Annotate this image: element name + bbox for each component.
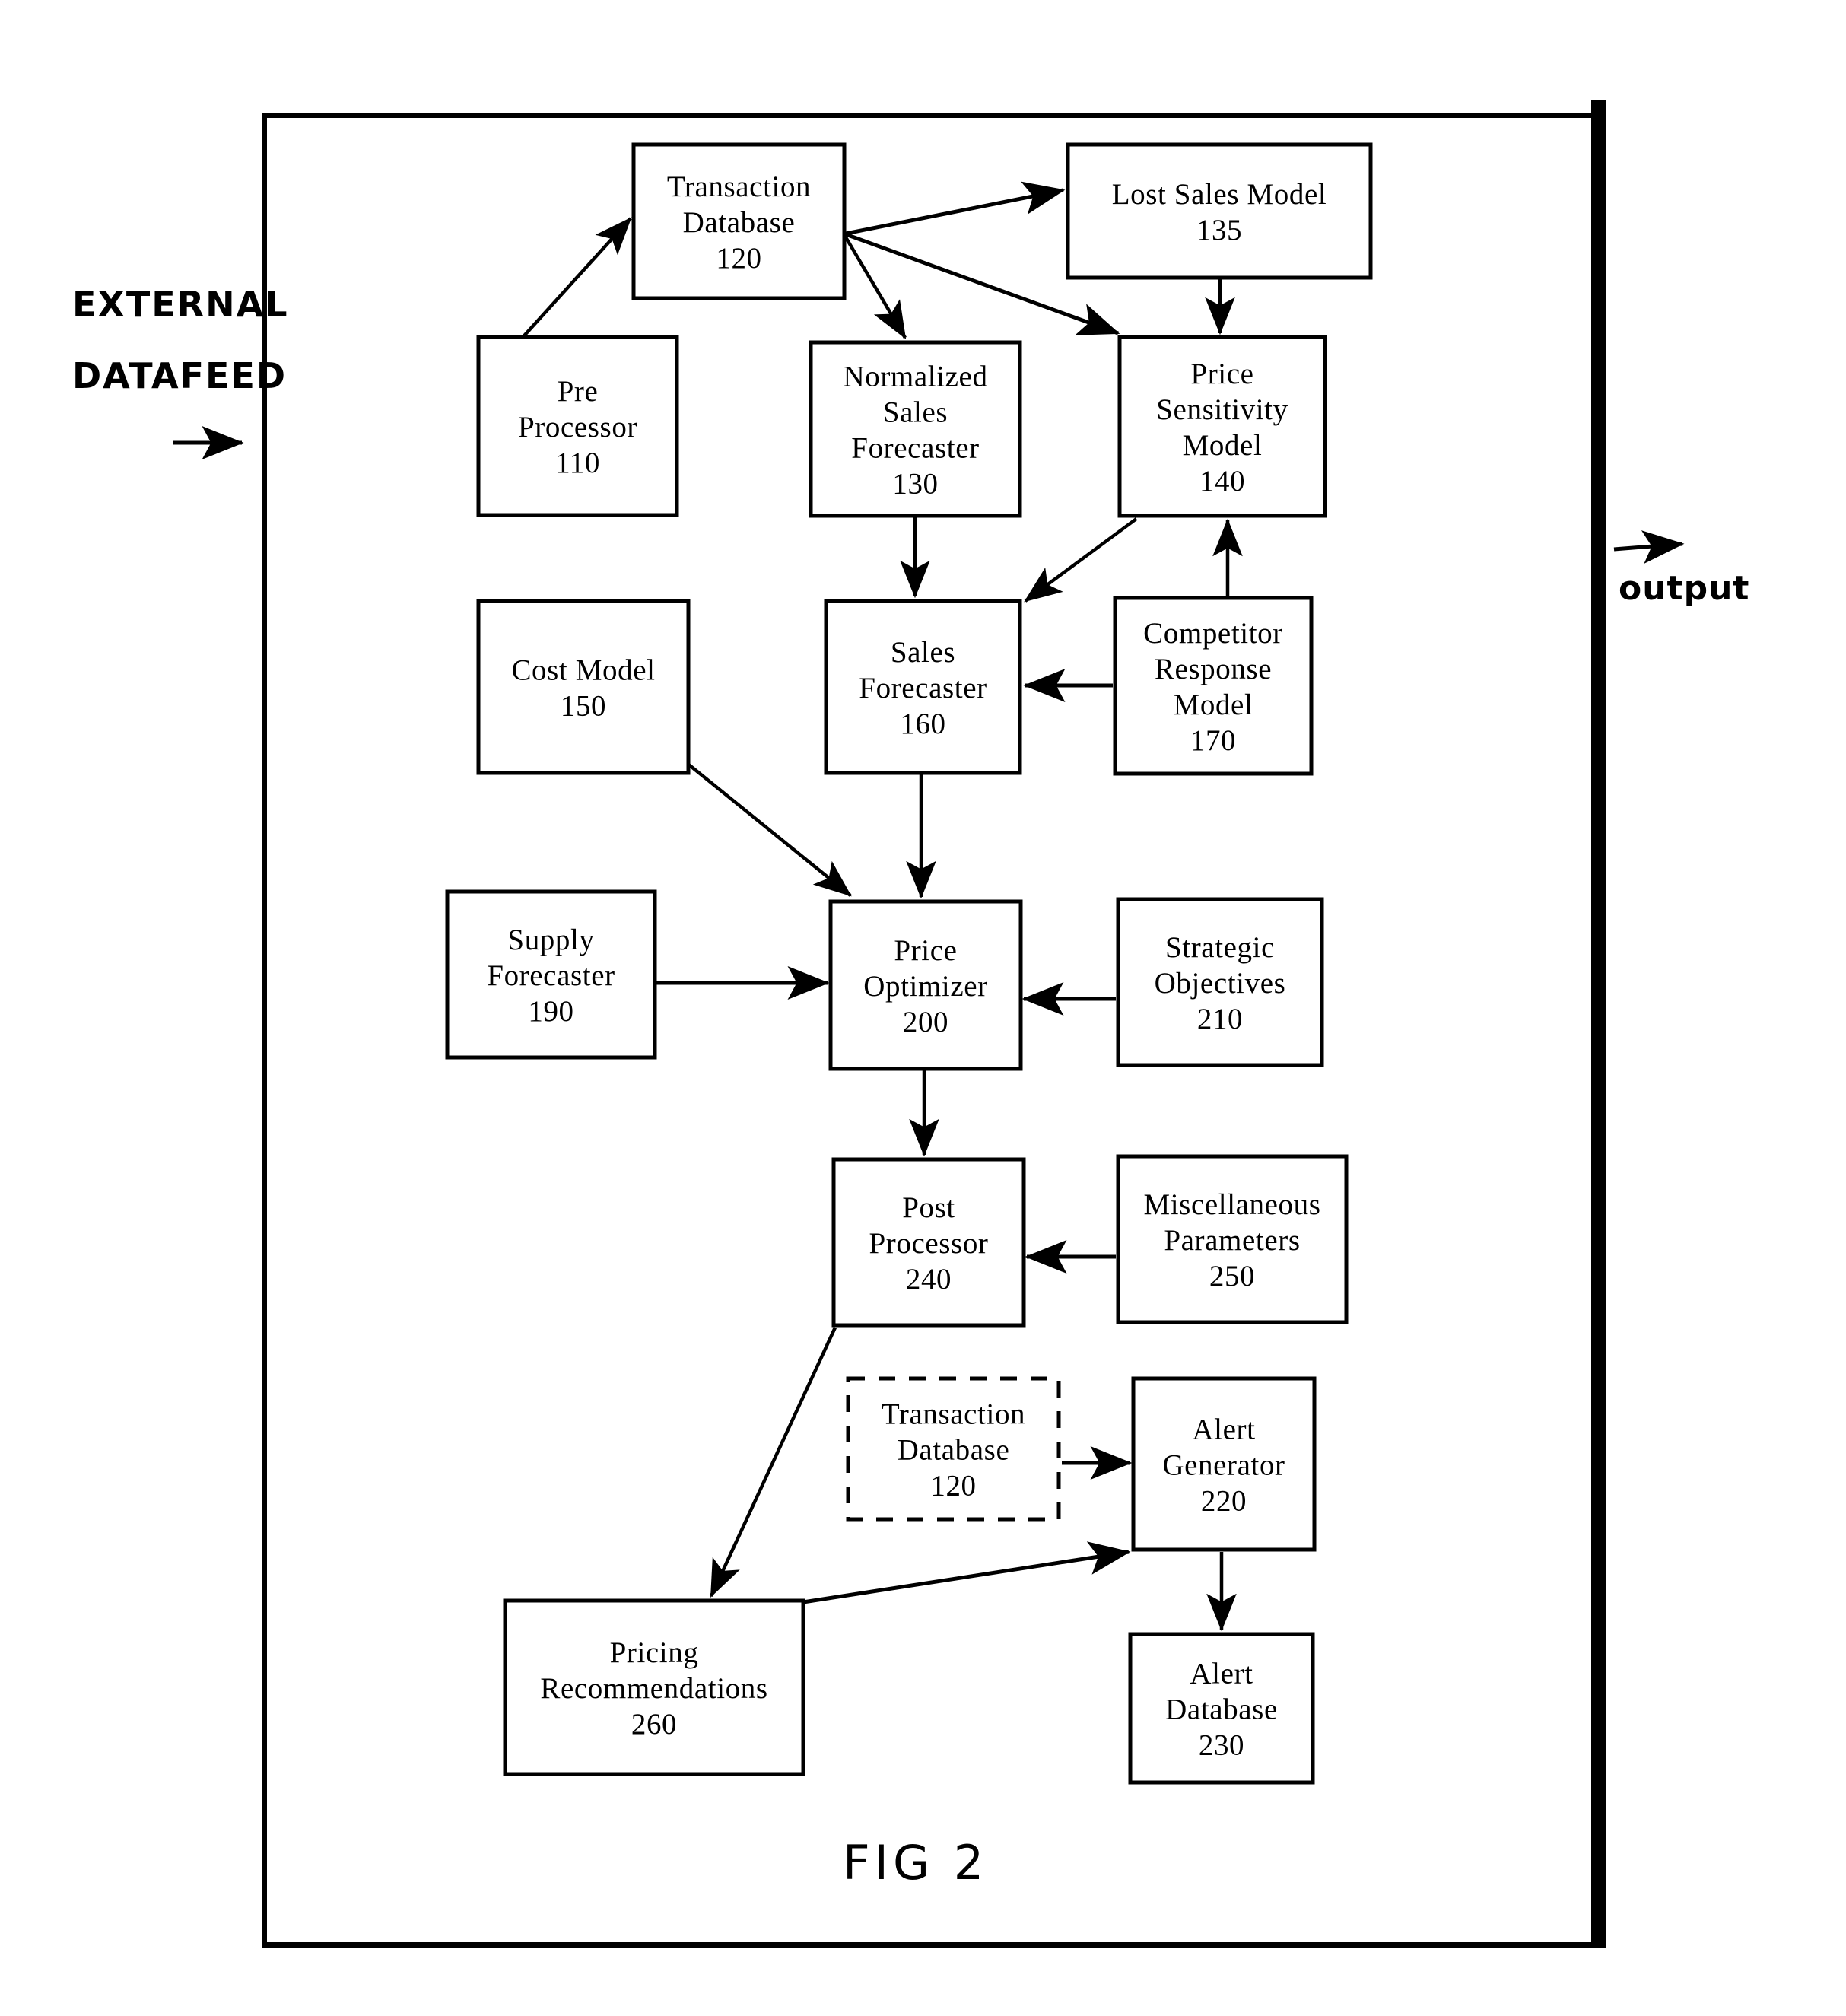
node-label-line1: Pricing: [610, 1636, 699, 1669]
node-label-line2: Response: [1155, 653, 1272, 685]
node-label-line3: Forecaster: [851, 432, 979, 465]
node-label-line1: Strategic: [1165, 931, 1275, 964]
node-cost_model_150[interactable]: Cost Model150: [476, 599, 691, 775]
node-label-line2: Optimizer: [863, 970, 988, 1003]
node-price_optimizer_200[interactable]: PriceOptimizer200: [828, 899, 1023, 1071]
node-price_sensitivity_model_140[interactable]: PriceSensitivityModel140: [1117, 335, 1327, 518]
node-label-line1: Competitor: [1143, 617, 1283, 650]
node-label-line2: 135: [1196, 214, 1242, 246]
node-pre_processor_110[interactable]: PreProcessor110: [476, 335, 679, 517]
node-label-line2: 150: [561, 690, 606, 723]
node-label-line2: Forecaster: [859, 672, 987, 704]
node-label-line3: 120: [716, 242, 761, 275]
node-normalized_sales_forecaster_130[interactable]: NormalizedSalesForecaster130: [809, 340, 1022, 518]
node-label-line1: Miscellaneous: [1143, 1188, 1320, 1221]
figure-caption: FIG 2: [843, 1835, 988, 1890]
node-label-line2: Processor: [518, 411, 637, 444]
edge-cost-model-to-price-optimizer: [685, 762, 852, 897]
node-label-line1: Pre: [558, 375, 599, 408]
node-label-line2: Forecaster: [487, 959, 615, 992]
node-label-line2: Generator: [1162, 1449, 1285, 1482]
node-label-line1: Alert: [1192, 1413, 1255, 1446]
node-label-line3: 240: [906, 1263, 952, 1296]
node-label-line1: Price: [894, 934, 957, 967]
node-label-line3: 200: [903, 1006, 948, 1038]
node-label-line1: Sales: [891, 636, 955, 669]
node-label-line1: Normalized: [843, 361, 987, 393]
node-label-line2: Database: [683, 206, 796, 239]
node-post_processor_240[interactable]: PostProcessor240: [831, 1157, 1026, 1328]
node-layer: TransactionDatabase120Lost Sales Model13…: [445, 142, 1373, 1785]
node-label-line1: Price: [1190, 358, 1253, 390]
node-label-line2: Parameters: [1164, 1224, 1300, 1257]
node-label-line2: Database: [1165, 1693, 1278, 1726]
node-label-line3: 160: [900, 708, 945, 740]
node-label-line3: 120: [930, 1470, 976, 1502]
external-datafeed-label-line2: DATAFEED: [72, 355, 287, 396]
node-label-line4: 140: [1199, 465, 1245, 498]
node-label-line1: Supply: [507, 924, 594, 956]
node-label-line1: Post: [902, 1191, 955, 1224]
node-label-line1: Transaction: [882, 1398, 1025, 1431]
edge-post-processor-to-pricing-recommendations: [709, 1327, 837, 1598]
node-lost_sales_model_135[interactable]: Lost Sales Model135: [1066, 142, 1373, 280]
output-arrow: [1613, 530, 1685, 564]
node-label-line4: 170: [1190, 724, 1236, 757]
node-label-line3: 220: [1201, 1485, 1247, 1518]
node-label-line1: Transaction: [667, 170, 811, 203]
external-datafeed-label-line1: EXTERNAL: [72, 284, 289, 325]
edge-pricing-recommendations-to-alert-generator: [802, 1541, 1131, 1604]
node-alert_database_230[interactable]: AlertDatabase230: [1128, 1632, 1315, 1785]
node-label-line3: 250: [1209, 1260, 1255, 1293]
node-label-line2: Database: [898, 1434, 1010, 1467]
node-label-line1: Alert: [1190, 1658, 1253, 1690]
node-label-line1: Cost Model: [511, 654, 655, 687]
patent-drawing-sheet: Transaction Database 120 Lost Sales Model 13…: [0, 0, 1846, 2016]
node-alert_generator_220[interactable]: AlertGenerator220: [1131, 1376, 1317, 1552]
node-sales_forecaster_160[interactable]: SalesForecaster 160: [824, 599, 1022, 775]
figure-2-block-diagram: TransactionDatabase120Lost Sales Model13…: [72, 100, 1749, 1948]
output-label: output: [1619, 569, 1749, 608]
node-box: [1066, 142, 1373, 280]
node-label-line3: 210: [1197, 1003, 1243, 1035]
node-label-line3: 190: [528, 995, 573, 1028]
node-label-line4: 130: [892, 468, 938, 501]
edge-pre-processor-to-transaction-database: [518, 217, 632, 342]
node-pricing_recommendations_260[interactable]: PricingRecommendations260: [503, 1598, 805, 1776]
node-label-line3: Model: [1183, 429, 1263, 462]
node-label-line2: Objectives: [1155, 967, 1286, 1000]
node-label-line2: Recommendations: [540, 1672, 767, 1705]
node-label-line3: 230: [1199, 1729, 1244, 1762]
node-transaction_database_120_dashed[interactable]: TransactionDatabase120: [846, 1376, 1061, 1522]
node-strategic_objectives_210[interactable]: StrategicObjectives210: [1116, 897, 1324, 1067]
handwritten-annotations: EXTERNAL DATAFEED output FIG 2: [72, 284, 1749, 1890]
node-label-line2: Sales: [883, 396, 948, 429]
node-supply_forecaster_190[interactable]: SupplyForecaster190: [445, 889, 657, 1060]
edge-price-sensitivity-model-to-sales-forecaster: [1024, 517, 1138, 603]
node-competitor_response_model_170[interactable]: CompetitorResponseModel170: [1113, 596, 1314, 776]
node-transaction_database_120[interactable]: TransactionDatabase120: [631, 142, 847, 300]
node-box: [476, 599, 691, 775]
node-label-line1: Lost Sales Model: [1112, 178, 1327, 211]
node-label-line3: 110: [555, 447, 600, 479]
node-label-line2: Processor: [869, 1227, 988, 1260]
edge-transaction-database-to-lost-sales-model: [845, 181, 1066, 236]
node-label-line3: Model: [1174, 688, 1253, 721]
node-label-line3: 260: [631, 1708, 677, 1741]
node-miscellaneous_parameters_250[interactable]: MiscellaneousParameters250: [1116, 1154, 1349, 1324]
node-label-line2: Sensitivity: [1156, 393, 1288, 426]
